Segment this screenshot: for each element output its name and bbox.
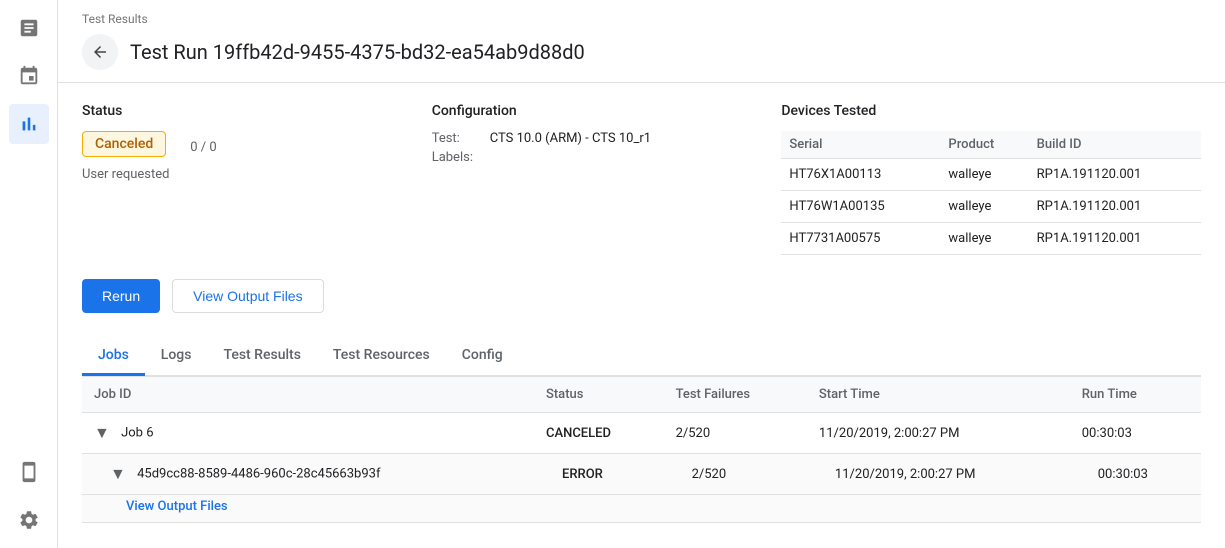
jobs-table-header: Job ID Status Test Failures Start Time R… (82, 377, 1201, 413)
devices-col-build: Build ID (1029, 131, 1201, 159)
jobs-col-runtime: Run Time (1070, 377, 1201, 413)
job-failures: 2/520 (664, 413, 807, 454)
jobs-col-failures: Test Failures (664, 377, 807, 413)
status-title: Status (82, 103, 432, 119)
sub-job-id-cell: ▼ 45d9cc88-8589-4486-960c-28c45663b93f (82, 454, 534, 495)
sub-job-id-label: 45d9cc88-8589-4486-960c-28c45663b93f (137, 466, 380, 481)
jobs-col-status: Status (534, 377, 664, 413)
top-section: Status Canceled 0 / 0 User requested Con… (82, 103, 1201, 255)
header: Test Results Test Run 19ffb42d-9455-4375… (58, 0, 1225, 83)
status-row: Canceled 0 / 0 (82, 131, 432, 163)
devices-table-row: HT7731A00575 walleye RP1A.191120.001 (781, 223, 1201, 255)
tab-test-results[interactable]: Test Results (207, 337, 316, 376)
tabs: JobsLogsTest ResultsTest ResourcesConfig (82, 337, 1201, 376)
config-labels-row: Labels: (432, 150, 782, 165)
view-output-button[interactable]: View Output Files (172, 279, 323, 313)
sidebar-item-schedule[interactable] (9, 56, 49, 96)
expand-icon[interactable]: ▼ (110, 464, 126, 483)
status-sub-label: User requested (82, 167, 432, 182)
config-section: Configuration Test: CTS 10.0 (ARM) - CTS… (432, 103, 782, 255)
devices-title: Devices Tested (781, 103, 1201, 119)
job-status: CANCELED (534, 413, 664, 454)
main-content: Test Results Test Run 19ffb42d-9455-4375… (58, 0, 1225, 548)
sidebar-item-test-results[interactable] (9, 8, 49, 48)
device-build-id: RP1A.191120.001 (1029, 191, 1201, 223)
config-test-label: Test: (432, 131, 482, 146)
jobs-sub-row: ▼ 45d9cc88-8589-4486-960c-28c45663b93f E… (82, 454, 1201, 495)
tab-config[interactable]: Config (446, 337, 519, 376)
config-title: Configuration (432, 103, 782, 119)
title-row: Test Run 19ffb42d-9455-4375-bd32-ea54ab9… (82, 34, 1201, 82)
sidebar (0, 0, 58, 548)
job-id-cell: ▼ Job 6 (82, 413, 534, 454)
job-run-time: 00:30:03 (1070, 413, 1201, 454)
progress-text: 0 / 0 (190, 140, 216, 155)
job-start-time: 11/20/2019, 2:00:27 PM (807, 413, 1070, 454)
device-serial: HT76X1A00113 (781, 159, 940, 191)
devices-section: Devices Tested Serial Product Build ID H… (781, 103, 1201, 255)
view-output-files-link[interactable]: View Output Files (126, 499, 228, 514)
status-badge: Canceled (82, 131, 166, 157)
devices-col-product: Product (940, 131, 1028, 159)
jobs-table-row: ▼ Job 6 CANCELED 2/520 11/20/2019, 2:00:… (82, 413, 1201, 454)
jobs-col-id: Job ID (82, 377, 534, 413)
breadcrumb: Test Results (82, 12, 1201, 26)
devices-table-row: HT76W1A00135 walleye RP1A.191120.001 (781, 191, 1201, 223)
device-product: walleye (940, 223, 1028, 255)
config-labels-label: Labels: (432, 150, 482, 165)
sub-job-run-time: 00:30:03 (1070, 454, 1201, 495)
tab-logs[interactable]: Logs (145, 337, 208, 376)
sub-job-status: ERROR (534, 454, 664, 495)
sub-job-start-time: 11/20/2019, 2:00:27 PM (807, 454, 1070, 495)
expand-icon[interactable]: ▼ (94, 423, 110, 442)
sidebar-item-settings[interactable] (9, 500, 49, 540)
device-serial: HT7731A00575 (781, 223, 940, 255)
rerun-button[interactable]: Rerun (82, 279, 160, 313)
content-area: Status Canceled 0 / 0 User requested Con… (58, 83, 1225, 548)
device-product: walleye (940, 159, 1028, 191)
config-test-row: Test: CTS 10.0 (ARM) - CTS 10_r1 (432, 131, 782, 146)
devices-table-row: HT76X1A00113 walleye RP1A.191120.001 (781, 159, 1201, 191)
jobs-table: Job ID Status Test Failures Start Time R… (82, 376, 1201, 523)
device-build-id: RP1A.191120.001 (1029, 159, 1201, 191)
devices-col-serial: Serial (781, 131, 940, 159)
devices-table-header: Serial Product Build ID (781, 131, 1201, 159)
view-output-cell: View Output Files (82, 495, 1201, 523)
job-id-label: Job 6 (121, 425, 153, 440)
sidebar-item-devices[interactable] (9, 452, 49, 492)
back-button[interactable] (82, 34, 118, 70)
device-product: walleye (940, 191, 1028, 223)
page-title: Test Run 19ffb42d-9455-4375-bd32-ea54ab9… (130, 40, 585, 64)
view-output-row: View Output Files (82, 495, 1201, 523)
device-build-id: RP1A.191120.001 (1029, 223, 1201, 255)
config-test-value: CTS 10.0 (ARM) - CTS 10_r1 (490, 131, 651, 146)
status-section: Status Canceled 0 / 0 User requested (82, 103, 432, 255)
action-buttons: Rerun View Output Files (82, 279, 1201, 313)
tab-jobs[interactable]: Jobs (82, 337, 145, 376)
sub-job-failures: 2/520 (664, 454, 807, 495)
device-serial: HT76W1A00135 (781, 191, 940, 223)
sidebar-item-analytics[interactable] (9, 104, 49, 144)
jobs-col-start: Start Time (807, 377, 1070, 413)
devices-table: Serial Product Build ID HT76X1A00113 wal… (781, 131, 1201, 255)
tab-test-resources[interactable]: Test Resources (317, 337, 446, 376)
